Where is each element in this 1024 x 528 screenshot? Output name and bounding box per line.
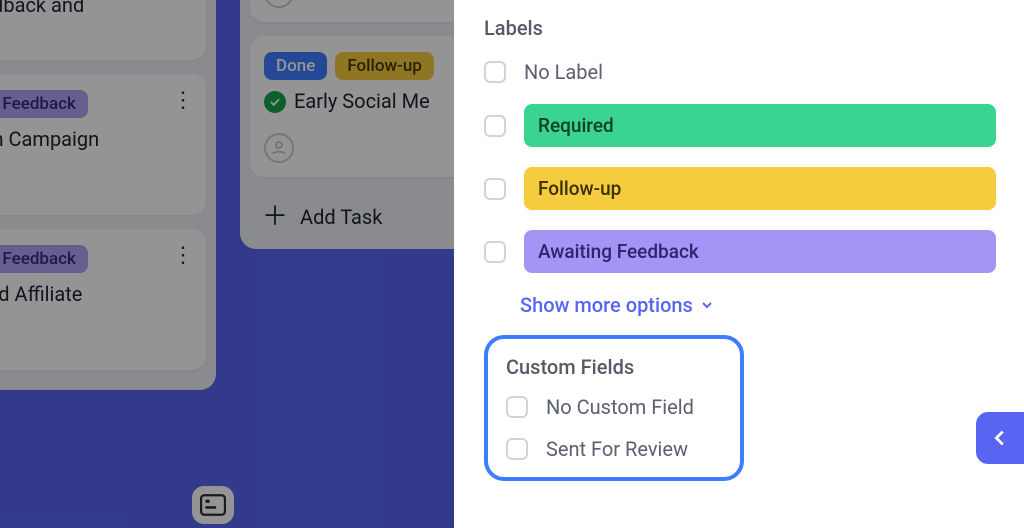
task-title: o and Affiliate <box>0 281 192 308</box>
filter-option-awaiting[interactable]: Awaiting Feedback <box>484 230 996 273</box>
card-menu-icon[interactable]: ⋮ <box>172 243 196 268</box>
app-viewport: Feedback and ls ⋮ Awaiting Feedback unch… <box>0 0 1024 528</box>
assignee-avatar-icon[interactable] <box>264 0 294 8</box>
card-icon <box>200 494 226 516</box>
label-chip: Follow-up <box>335 52 434 80</box>
custom-fields-section: Custom Fields No Custom Field Sent For R… <box>484 335 744 481</box>
checkbox[interactable] <box>506 438 528 460</box>
add-task-label: Add Task <box>300 205 382 229</box>
label-chip: Done <box>264 52 327 80</box>
option-label: No Label <box>524 60 603 84</box>
checkbox[interactable] <box>484 61 506 83</box>
show-more-options[interactable]: Show more options <box>520 293 996 317</box>
card-menu-icon[interactable]: ⋮ <box>172 88 196 113</box>
filter-option-sent-for-review[interactable]: Sent For Review <box>506 437 722 461</box>
filter-option-no-label[interactable]: No Label <box>484 60 996 84</box>
checkbox[interactable] <box>484 241 506 263</box>
filter-option-required[interactable]: Required <box>484 104 996 147</box>
label-pill: Awaiting Feedback <box>524 230 996 273</box>
option-label: No Custom Field <box>546 395 694 419</box>
kanban-column: Feedback and ls ⋮ Awaiting Feedback unch… <box>0 0 216 528</box>
custom-fields-title: Custom Fields <box>506 355 722 379</box>
plus-icon: ＋ <box>262 211 288 224</box>
option-label: Sent For Review <box>546 437 688 461</box>
label-chip: Awaiting Feedback <box>0 90 88 118</box>
task-card[interactable]: ⋮ Awaiting Feedback unch Campaign <box>0 74 206 215</box>
label-chip: Awaiting Feedback <box>0 245 88 273</box>
task-title: Feedback and ls <box>0 0 192 46</box>
panel-collapse-tab[interactable] <box>976 412 1024 464</box>
checkbox[interactable] <box>506 396 528 418</box>
complete-check-icon <box>264 91 286 113</box>
filter-option-no-custom-field[interactable]: No Custom Field <box>506 395 722 419</box>
labels-section-title: Labels <box>484 16 996 40</box>
chevron-left-icon <box>989 427 1011 449</box>
checkbox[interactable] <box>484 115 506 137</box>
task-card[interactable]: Feedback and ls <box>0 0 206 60</box>
filter-panel: Labels No Label Required Follow-up Await… <box>454 0 1024 528</box>
task-title: Early Social Me <box>294 88 430 115</box>
label-pill: Required <box>524 104 996 147</box>
filter-option-followup[interactable]: Follow-up <box>484 167 996 210</box>
label-pill: Follow-up <box>524 167 996 210</box>
task-title: unch Campaign <box>0 126 192 153</box>
checkbox[interactable] <box>484 178 506 200</box>
task-card[interactable]: ⋮ Awaiting Feedback o and Affiliate <box>0 229 206 370</box>
chevron-down-icon <box>699 297 715 313</box>
show-more-label: Show more options <box>520 293 693 317</box>
card-view-toggle[interactable] <box>192 486 234 524</box>
assignee-avatar-icon[interactable] <box>264 133 294 163</box>
